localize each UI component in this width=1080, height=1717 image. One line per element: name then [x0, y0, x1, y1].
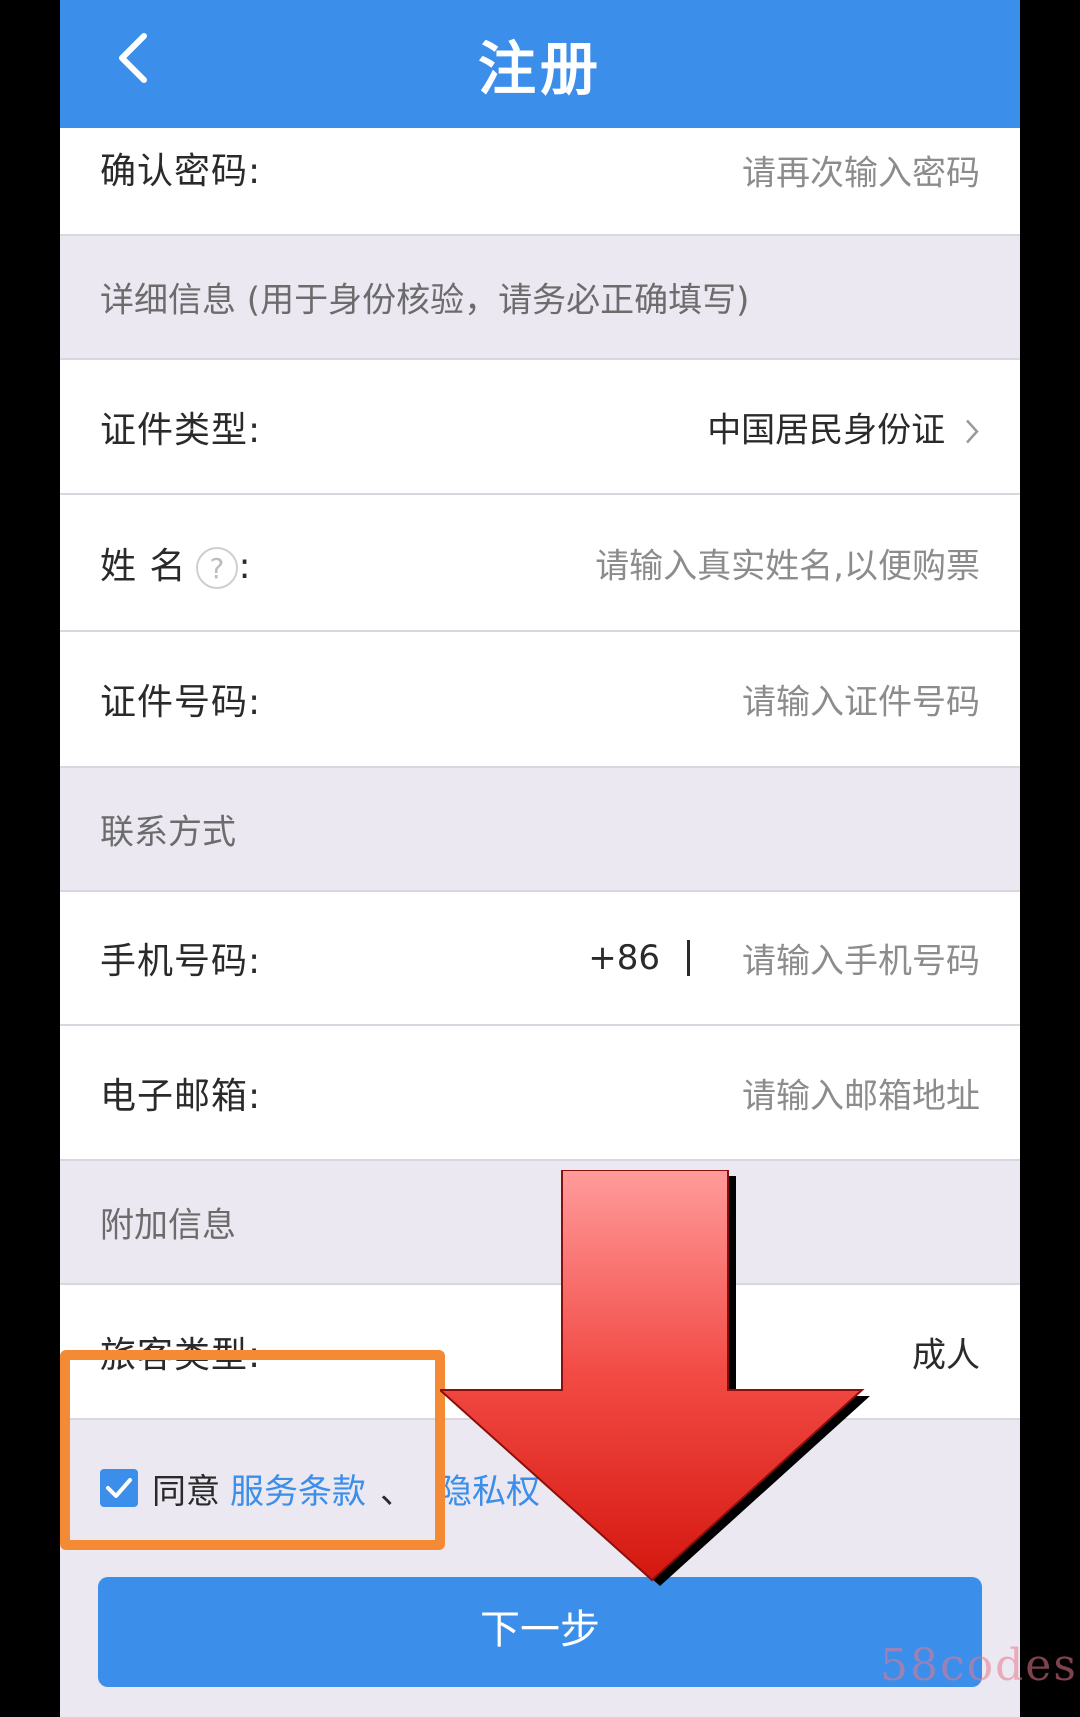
- phone-input[interactable]: 请输入手机号码: [742, 934, 980, 983]
- page-title: 注册: [477, 35, 602, 103]
- section-contact: 联系方式: [60, 768, 1020, 892]
- id-number-row[interactable]: 证件号码: 请输入证件号码: [60, 632, 1020, 768]
- confirm-password-label: 确认密码:: [100, 151, 262, 193]
- id-type-value: 中国居民身份证: [707, 410, 946, 450]
- section-details-title: 详细信息 (用于身份核验，请务必正确填写): [100, 280, 750, 321]
- down-arrow-annotation: [440, 1170, 870, 1586]
- help-icon[interactable]: ?: [196, 546, 239, 589]
- section-contact-title: 联系方式: [100, 812, 236, 853]
- id-type-label: 证件类型:: [100, 409, 262, 451]
- email-row[interactable]: 电子邮箱: 请输入邮箱地址: [60, 1026, 1020, 1161]
- phone-row[interactable]: 手机号码: +86 请输入手机号码: [60, 892, 1020, 1026]
- section-details: 详细信息 (用于身份核验，请务必正确填写): [60, 236, 1020, 360]
- section-extra-title: 附加信息: [100, 1205, 236, 1246]
- highlight-box: [60, 1350, 445, 1550]
- email-label: 电子邮箱:: [100, 1075, 262, 1117]
- passenger-type-value[interactable]: 成人: [912, 1327, 980, 1376]
- id-number-label: 证件号码:: [100, 682, 262, 723]
- phone-label: 手机号码:: [100, 941, 262, 982]
- name-label-colon: :: [238, 545, 252, 587]
- header-bar: 注册: [60, 0, 1020, 128]
- watermark: 58codes: [880, 1640, 1078, 1691]
- registration-screen: 注册 确认密码: 请再次输入密码 详细信息 (用于身份核验，请务必正确填写) 证…: [60, 0, 1020, 1717]
- phone-divider: [687, 940, 690, 976]
- id-number-input[interactable]: 请输入证件号码: [742, 675, 980, 724]
- name-label: 姓 名?:: [100, 537, 252, 589]
- email-input[interactable]: 请输入邮箱地址: [742, 1068, 980, 1117]
- name-label-text: 姓 名: [100, 545, 187, 587]
- country-code[interactable]: +86: [588, 938, 660, 978]
- name-row[interactable]: 姓 名?: 请输入真实姓名,以便购票: [60, 495, 1020, 632]
- id-type-row[interactable]: 证件类型: 中国居民身份证: [60, 360, 1020, 495]
- id-type-select[interactable]: 中国居民身份证: [707, 402, 980, 451]
- next-button[interactable]: 下一步: [98, 1577, 982, 1687]
- confirm-password-row[interactable]: 确认密码: 请再次输入密码: [60, 128, 1020, 236]
- name-input[interactable]: 请输入真实姓名,以便购票: [595, 538, 980, 587]
- chevron-right-icon: [966, 419, 979, 444]
- confirm-password-input[interactable]: 请再次输入密码: [742, 146, 980, 195]
